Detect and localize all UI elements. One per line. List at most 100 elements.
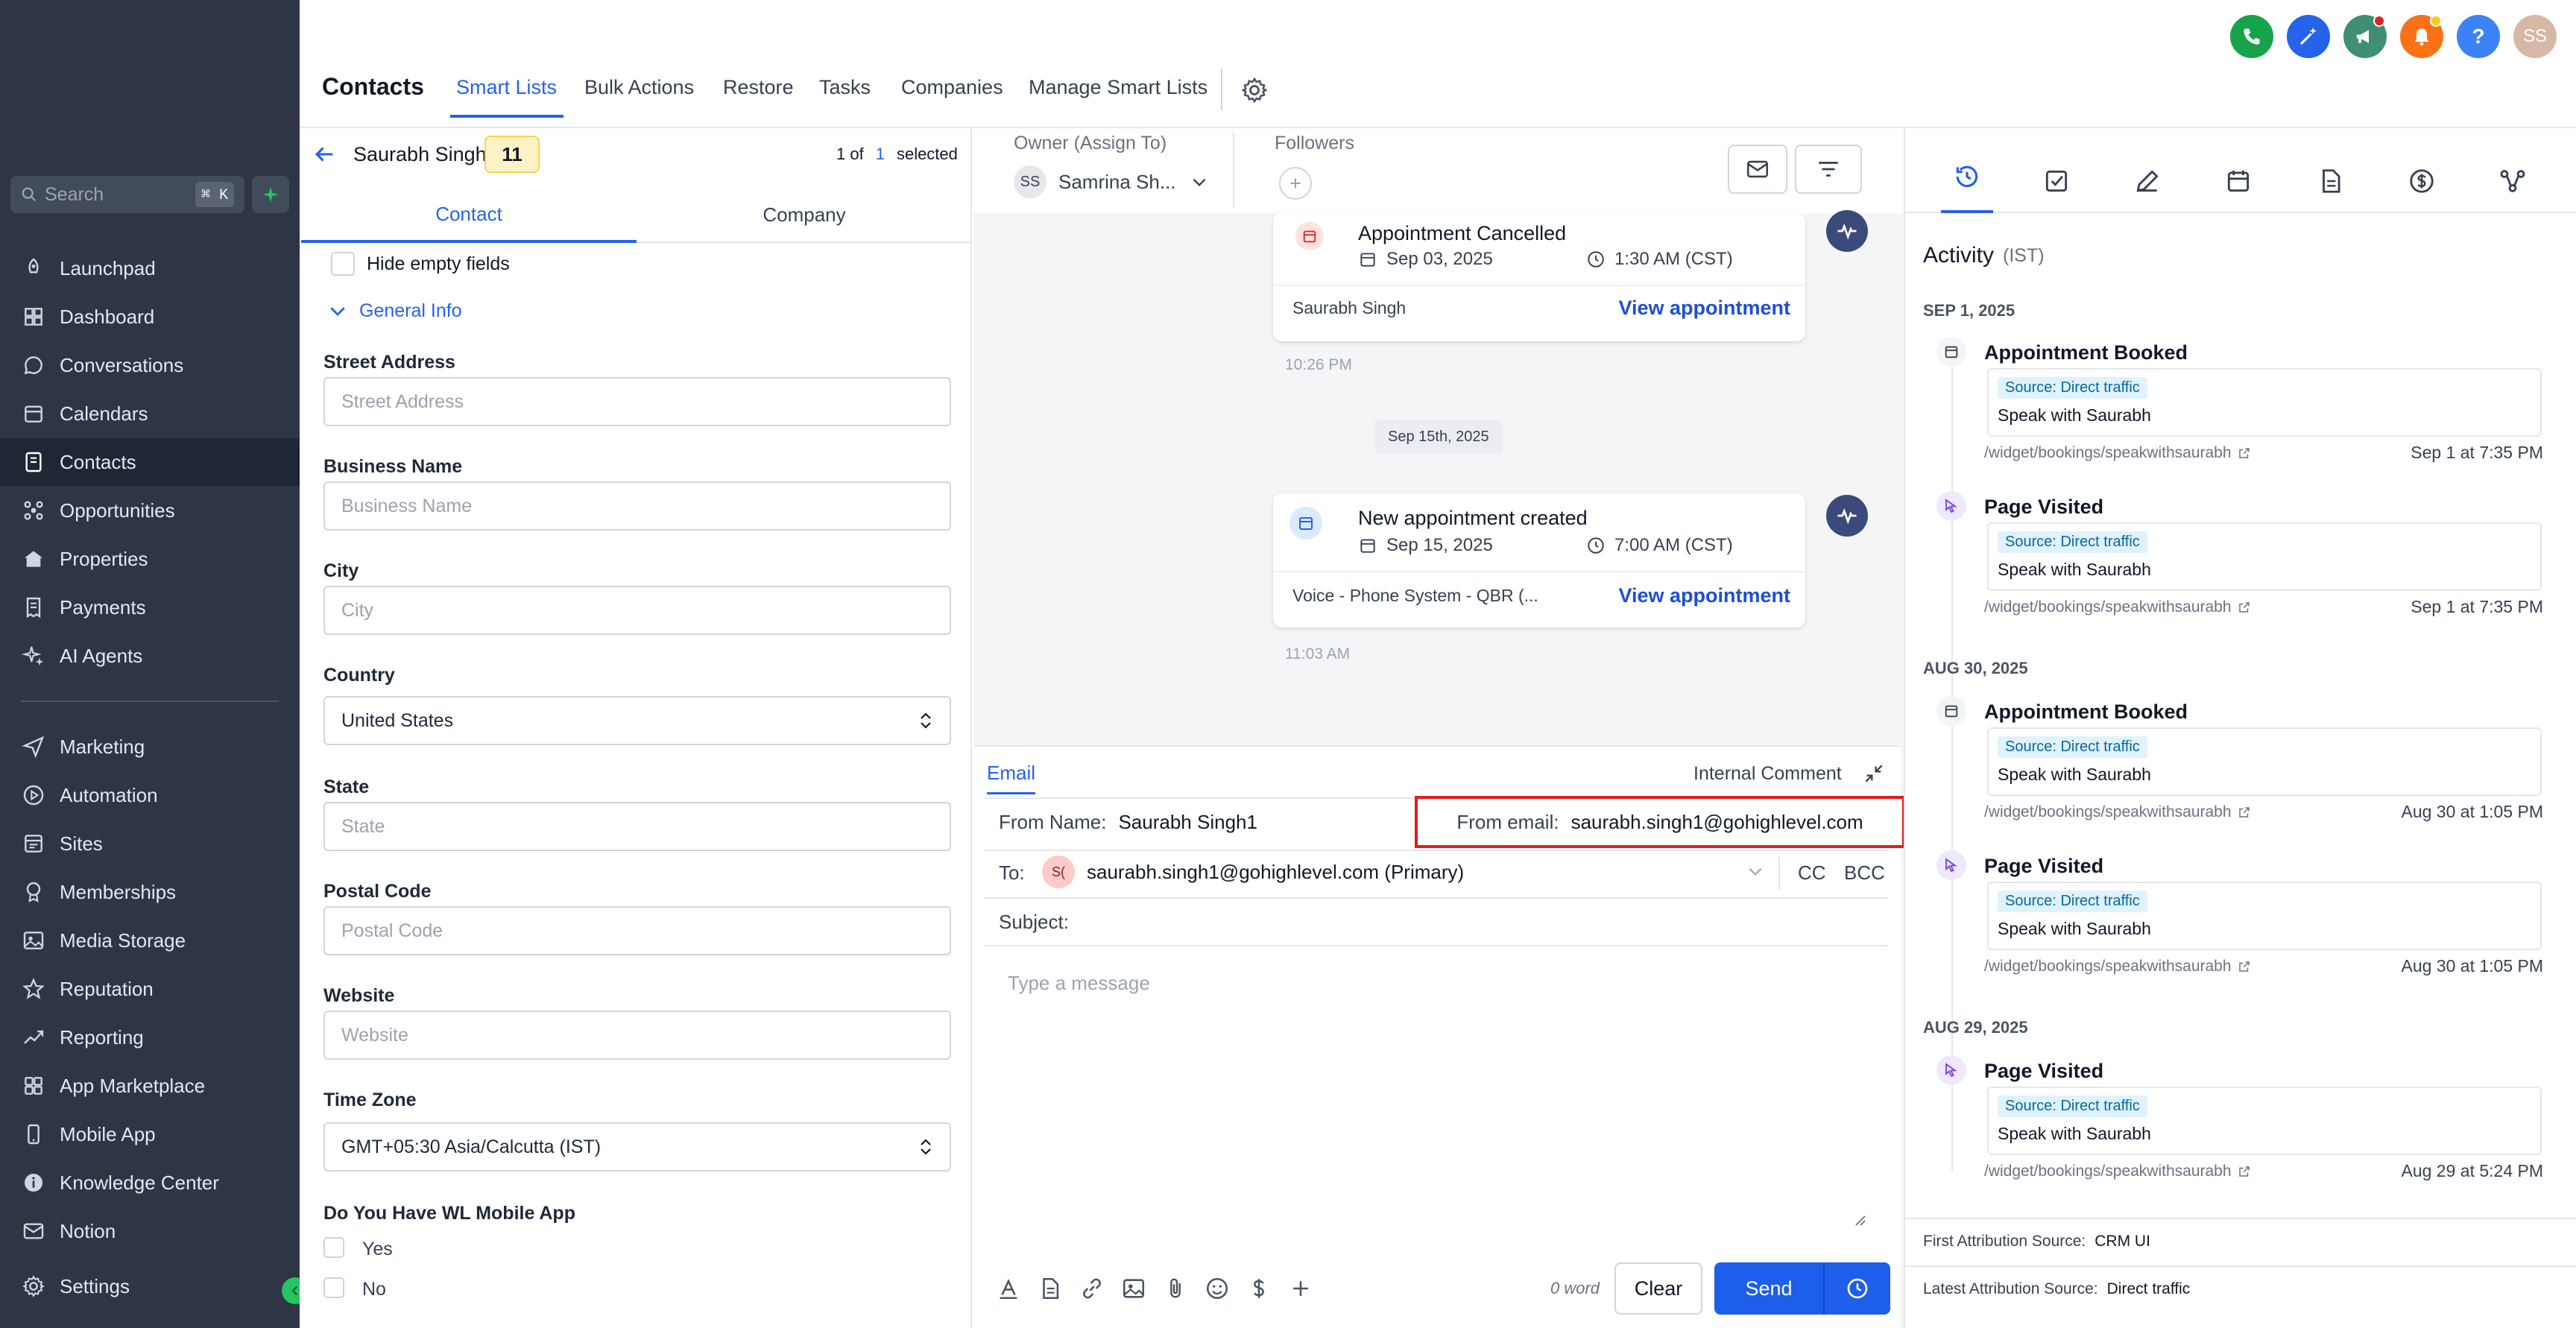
tab-restore[interactable]: Restore <box>723 76 794 99</box>
view-appointment-link[interactable]: View appointment <box>1618 297 1790 320</box>
plus-icon[interactable] <box>1288 1276 1313 1301</box>
street-address-input[interactable]: Street Address <box>323 377 951 426</box>
sidebar-item-mobile-app[interactable]: Mobile App <box>0 1110 300 1158</box>
activity-url-link[interactable]: /widget/bookings/speakwithsaurabh <box>1984 803 2251 821</box>
tab-companies[interactable]: Companies <box>901 76 1003 99</box>
tab-company[interactable]: Company <box>637 188 972 243</box>
back-button[interactable] <box>312 142 337 167</box>
tab-contact[interactable]: Contact <box>301 188 637 243</box>
phone-icon <box>21 1122 46 1147</box>
message-input[interactable]: Type a message <box>1008 972 1150 995</box>
owner-select[interactable]: SS Samrina Sh... <box>1014 165 1209 198</box>
hide-empty-checkbox[interactable] <box>331 252 355 276</box>
schedule-send-button[interactable] <box>1825 1262 1890 1315</box>
recipient-dropdown-button[interactable] <box>1746 861 1765 881</box>
ai-magic-button[interactable] <box>2287 15 2330 58</box>
owner-label: Owner (Assign To) <box>1014 133 1167 154</box>
resize-handle[interactable] <box>1852 1212 1866 1227</box>
wl-no-checkbox[interactable] <box>323 1277 344 1298</box>
sidebar-item-marketing[interactable]: Marketing <box>0 723 300 771</box>
add-follower-button[interactable] <box>1279 167 1312 200</box>
postal-code-input[interactable]: Postal Code <box>323 906 951 955</box>
sidebar-item-sites[interactable]: Sites <box>0 820 300 867</box>
sidebar-item-app-marketplace[interactable]: App Marketplace <box>0 1062 300 1110</box>
activity-url-link[interactable]: /widget/bookings/speakwithsaurabh <box>1984 598 2251 616</box>
sidebar-item-media-storage[interactable]: Media Storage <box>0 917 300 964</box>
sidebar-item-properties[interactable]: Properties <box>0 535 300 583</box>
attachment-icon[interactable] <box>1163 1276 1188 1301</box>
to-recipient-select[interactable]: S( saurabh.singh1@gohighlevel.com (Prima… <box>1042 856 1464 888</box>
tab-smart-lists[interactable]: Smart Lists <box>456 76 557 99</box>
ai-assist-button[interactable] <box>252 176 289 213</box>
sidebar-item-payments[interactable]: Payments <box>0 584 300 631</box>
state-input[interactable]: State <box>323 802 951 851</box>
tab-documents-panel[interactable] <box>2317 167 2345 195</box>
website-input[interactable]: Website <box>323 1011 951 1060</box>
sidebar-item-knowledge-center[interactable]: Knowledge Center <box>0 1159 300 1207</box>
sidebar-item-dashboard[interactable]: Dashboard <box>0 293 300 341</box>
sidebar-item-automation[interactable]: Automation <box>0 771 300 819</box>
notifications-button[interactable] <box>2400 15 2443 58</box>
sidebar-item-contacts[interactable]: Contacts <box>0 438 300 486</box>
document-icon[interactable] <box>1038 1276 1063 1301</box>
general-info-toggle[interactable]: General Info <box>326 300 462 322</box>
workflow-icon <box>2500 170 2525 192</box>
help-button[interactable]: ? <box>2457 15 2500 58</box>
sidebar-item-conversations[interactable]: Conversations <box>0 341 300 389</box>
country-select[interactable]: United States <box>323 696 951 745</box>
filter-button[interactable] <box>1795 145 1862 194</box>
sidebar-item-reporting[interactable]: Reporting <box>0 1014 300 1061</box>
time-zone-select[interactable]: GMT+05:30 Asia/Calcutta (IST) <box>323 1122 951 1172</box>
tab-manage-smart-lists[interactable]: Manage Smart Lists <box>1029 76 1208 99</box>
sidebar-item-calendars[interactable]: Calendars <box>0 390 300 437</box>
image-icon[interactable] <box>1121 1276 1146 1301</box>
tab-notes-panel[interactable] <box>2133 167 2162 195</box>
business-name-input[interactable]: Business Name <box>323 481 951 531</box>
dollar-icon[interactable] <box>1246 1276 1272 1301</box>
cc-button[interactable]: CC <box>1798 861 1826 885</box>
city-input[interactable]: City <box>323 586 951 635</box>
bcc-button[interactable]: BCC <box>1844 861 1885 885</box>
list-settings-button[interactable] <box>1240 76 1269 104</box>
email-filter-button[interactable] <box>1728 145 1787 194</box>
sidebar-item-reputation[interactable]: Reputation <box>0 965 300 1013</box>
text-format-icon[interactable] <box>996 1276 1021 1301</box>
tab-tasks-panel[interactable] <box>2042 167 2071 195</box>
tab-payments-panel[interactable] <box>2408 167 2436 195</box>
tab-email[interactable]: Email <box>987 762 1036 794</box>
message-timestamp: 11:03 AM <box>1285 645 1351 663</box>
sidebar-item-ai-agents[interactable]: AI Agents <box>0 632 300 680</box>
activity-url-link[interactable]: /widget/bookings/speakwithsaurabh <box>1984 444 2251 462</box>
view-appointment-link[interactable]: View appointment <box>1618 584 1790 607</box>
minimize-composer-button[interactable] <box>1862 762 1886 785</box>
tab-workflows-panel[interactable] <box>2498 167 2527 195</box>
wl-yes-checkbox[interactable] <box>323 1237 344 1258</box>
tab-appointments-panel[interactable] <box>2224 167 2253 195</box>
tab-internal-comment[interactable]: Internal Comment <box>1693 763 1842 785</box>
activity-url-link[interactable]: /widget/bookings/speakwithsaurabh <box>1984 958 2251 976</box>
from-email-field[interactable]: From email: saurabh.singh1@gohighlevel.c… <box>1415 796 1905 848</box>
sidebar-item-launchpad[interactable]: Launchpad <box>0 244 300 292</box>
link-icon[interactable] <box>1079 1276 1105 1301</box>
sidebar-item-notion[interactable]: Notion <box>0 1207 300 1255</box>
sidebar-search[interactable]: Search ⌘ K <box>10 176 244 213</box>
send-button[interactable]: Send <box>1714 1262 1823 1315</box>
sidebar-item-memberships[interactable]: Memberships <box>0 868 300 916</box>
sidebar-item-settings[interactable]: Settings <box>0 1262 300 1310</box>
activity-url-link[interactable]: /widget/bookings/speakwithsaurabh <box>1984 1163 2251 1180</box>
clear-button[interactable]: Clear <box>1614 1262 1702 1315</box>
sidebar-item-label: Knowledge Center <box>60 1171 219 1194</box>
tab-tasks[interactable]: Tasks <box>819 76 871 99</box>
from-name-field[interactable]: From Name: Saurabh Singh1 <box>999 811 1257 834</box>
tab-activity[interactable] <box>1941 162 1993 213</box>
composer-divider <box>984 945 1887 946</box>
cursor-click-icon <box>1936 491 1966 521</box>
country-label: Country <box>323 665 395 686</box>
phone-button[interactable] <box>2230 15 2273 58</box>
announcements-button[interactable] <box>2343 15 2387 58</box>
sidebar-item-opportunities[interactable]: Opportunities <box>0 487 300 534</box>
activity-time: Sep 1 at 7:35 PM <box>2411 597 2543 616</box>
emoji-icon[interactable] <box>1205 1276 1230 1301</box>
user-avatar[interactable]: SS <box>2513 15 2557 58</box>
tab-bulk-actions[interactable]: Bulk Actions <box>584 76 694 99</box>
